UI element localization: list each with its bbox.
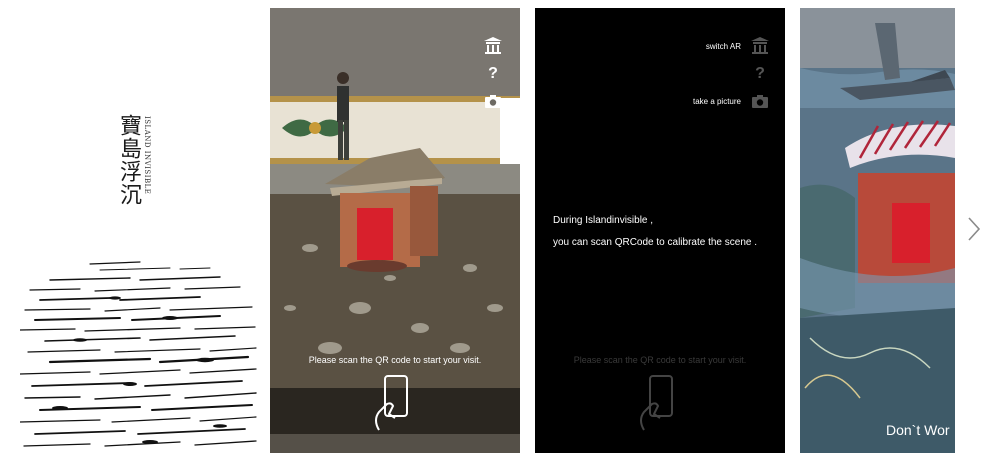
instruction-line-1: During Islandinvisible , [553,215,654,226]
help-icon: ? [488,65,498,82]
take-picture-button[interactable] [482,90,504,112]
chevron-right-icon [968,217,981,241]
app-title-english: ISLAND INVISIBLE [143,116,151,195]
take-picture-label: take a picture [692,97,741,106]
take-picture-button-dim[interactable] [749,90,771,112]
help-button[interactable]: ? [482,63,504,85]
camera-view-screen: ? Please scan the QR code to start your … [270,8,520,453]
camera-icon [752,94,768,108]
ink-waves-illustration [20,261,257,447]
instruction-line-2: you can scan QRCode to calibrate the sce… [553,237,758,248]
help-icon: ? [755,65,765,82]
hand-phone-icon [640,375,673,431]
help-button-dim[interactable]: ? [749,63,771,85]
app-title-chinese: 寶島浮沉 [116,114,141,206]
instruction-overlay-screen: switch AR ? take a picture During Island… [535,8,785,453]
ar-caption-text: Don`t Wor [886,422,950,438]
carousel-next-button[interactable] [966,214,982,244]
camera-icon [485,94,501,108]
ar-scene-image [800,8,955,453]
hand-phone-icon [375,375,408,431]
scan-hint-text-dim: Please scan the QR code to start your vi… [573,355,747,365]
scan-hint-text: Please scan the QR code to start your vi… [308,355,482,365]
switch-ar-label: switch AR [705,42,741,51]
temple-icon [751,37,769,54]
splash-screen: 寶島浮沉 ISLAND INVISIBLE [0,8,258,453]
switch-ar-button[interactable] [482,34,504,56]
switch-ar-button-dim[interactable] [749,34,771,56]
temple-icon [484,37,502,54]
ar-view-screen: Don`t Wor [800,8,955,453]
